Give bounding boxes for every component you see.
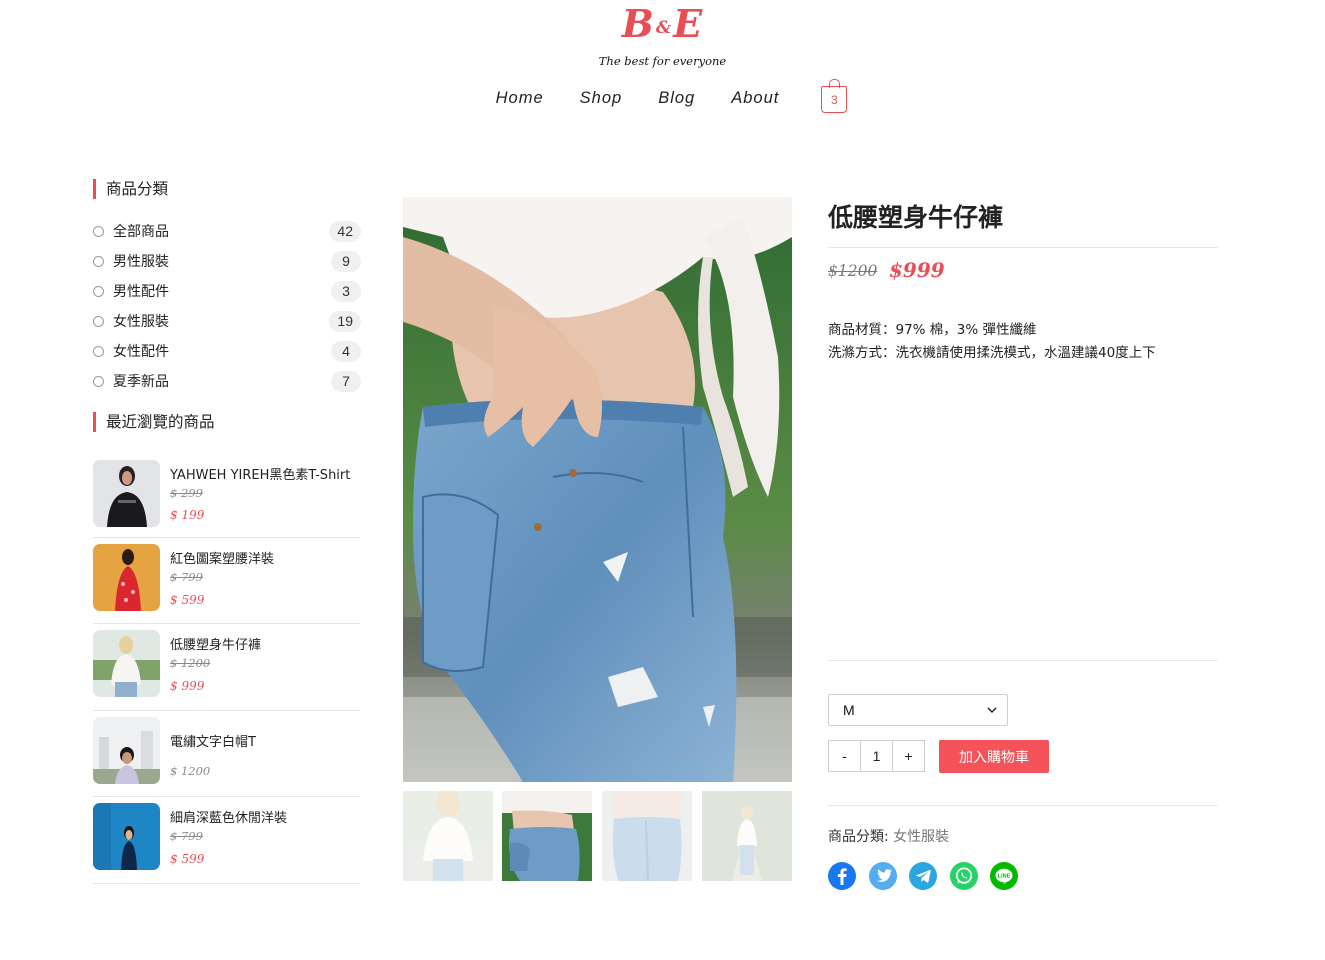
line-icon[interactable]: LINE — [990, 862, 1018, 890]
size-select[interactable]: M — [828, 694, 1008, 726]
recent-item[interactable]: 細肩深藍色休閒洋裝 $ 799 $ 599 — [93, 797, 360, 884]
category-item-all[interactable]: 全部商品 42 — [93, 216, 361, 246]
recent-item-old-price: $ 799 — [170, 570, 203, 584]
product-thumbnail-strip — [403, 791, 792, 881]
chevron-down-icon — [987, 707, 997, 713]
recent-item-old-price: $ 299 — [170, 486, 203, 500]
cart-count: 3 — [831, 92, 838, 107]
radio-icon — [93, 345, 104, 357]
divider — [828, 247, 1218, 248]
recent-item-price: $ 599 — [170, 852, 205, 866]
category-item-summer-new[interactable]: 夏季新品 7 — [93, 366, 361, 396]
category-item-men-accessories[interactable]: 男性配件 3 — [93, 276, 361, 306]
radio-icon — [93, 375, 104, 387]
share-buttons: LINE — [828, 862, 1031, 890]
size-select-value: M — [843, 702, 855, 718]
radio-icon — [93, 255, 104, 267]
category-label: 女性配件 — [113, 344, 169, 360]
twitter-icon[interactable] — [868, 862, 897, 890]
telegram-icon[interactable] — [909, 862, 937, 890]
category-label: 女性服裝 — [113, 314, 169, 330]
category-count: 42 — [329, 220, 361, 242]
recent-item[interactable]: YAHWEH YIREH黑色素T-Shirt $ 299 $ 199 — [93, 454, 360, 538]
recent-heading: 最近瀏覽的商品 — [93, 412, 215, 432]
whatsapp-icon[interactable] — [949, 862, 978, 890]
gallery-thumbnail-4[interactable] — [702, 791, 792, 881]
recent-item[interactable]: 低腰塑身牛仔褲 $ 1200 $ 999 — [93, 624, 360, 711]
gallery-thumbnail-2[interactable] — [502, 791, 592, 881]
nav-about[interactable]: About — [731, 89, 779, 108]
recent-products: YAHWEH YIREH黑色素T-Shirt $ 299 $ 199 紅色圖案塑… — [93, 454, 360, 884]
svg-text:LINE: LINE — [998, 874, 1011, 880]
nav-shop[interactable]: Shop — [580, 89, 623, 108]
product-thumbnail[interactable] — [93, 803, 160, 870]
recent-item-price: $ 999 — [170, 679, 205, 693]
recent-item-name[interactable]: 低腰塑身牛仔褲 — [170, 634, 261, 653]
nav-home[interactable]: Home — [496, 89, 544, 108]
nav-blog[interactable]: Blog — [658, 89, 695, 108]
facebook-icon[interactable] — [828, 862, 856, 890]
category-count: 9 — [331, 250, 361, 272]
product-main-image[interactable] — [403, 197, 792, 782]
add-to-cart-button[interactable]: 加入購物車 — [939, 740, 1049, 773]
gallery-thumbnail-3[interactable] — [602, 791, 692, 881]
site-logo[interactable]: B&E The best for everyone — [0, 2, 1325, 68]
product-thumbnail[interactable] — [93, 630, 160, 697]
product-category-link[interactable]: 女性服裝 — [893, 829, 949, 845]
product-thumbnail[interactable] — [93, 717, 160, 784]
recent-item-name[interactable]: YAHWEH YIREH黑色素T-Shirt — [170, 464, 350, 483]
recent-item[interactable]: 電繡文字白帽T $ 1200 — [93, 711, 360, 797]
product-price: $999 — [889, 258, 945, 282]
category-label: 夏季新品 — [113, 374, 169, 390]
category-label: 全部商品 — [113, 224, 169, 240]
recent-item-price: $ 1200 — [170, 764, 211, 778]
category-list: 全部商品 42 男性服裝 9 男性配件 3 女性服裝 19 女性配件 4 夏季新品 7 — [93, 216, 361, 396]
product-category-label: 商品分類: — [828, 829, 889, 845]
category-label: 男性配件 — [113, 284, 169, 300]
recent-item[interactable]: 紅色圖案塑腰洋裝 $ 799 $ 599 — [93, 538, 360, 624]
quantity-stepper: - 1 + — [828, 740, 925, 772]
recent-item-name[interactable]: 紅色圖案塑腰洋裝 — [170, 548, 274, 567]
categories-heading: 商品分類 — [93, 179, 168, 199]
recent-item-price: $ 199 — [170, 508, 205, 522]
product-thumbnail[interactable] — [93, 460, 160, 527]
category-count: 3 — [331, 280, 361, 302]
category-item-men-clothing[interactable]: 男性服裝 9 — [93, 246, 361, 276]
recent-item-price: $ 599 — [170, 593, 205, 607]
recent-item-name[interactable]: 電繡文字白帽T — [170, 731, 256, 750]
recent-item-old-price: $ 1200 — [170, 656, 211, 670]
category-count: 4 — [331, 340, 361, 362]
radio-icon — [93, 285, 104, 297]
radio-icon — [93, 225, 104, 237]
divider — [828, 805, 1218, 806]
category-count: 7 — [331, 370, 361, 392]
main-nav: Home Shop Blog About 3 — [0, 79, 1325, 113]
category-count: 19 — [329, 310, 361, 332]
radio-icon — [93, 315, 104, 327]
product-old-price: $1200 — [828, 262, 878, 280]
recent-item-old-price: $ 799 — [170, 829, 203, 843]
category-item-women-clothing[interactable]: 女性服裝 19 — [93, 306, 361, 336]
gallery-thumbnail-1[interactable] — [403, 791, 493, 881]
qty-plus-button[interactable]: + — [892, 740, 925, 772]
category-item-women-accessories[interactable]: 女性配件 4 — [93, 336, 361, 366]
logo-mark: B&E — [621, 1, 704, 46]
recent-item-name[interactable]: 細肩深藍色休閒洋裝 — [170, 807, 287, 826]
qty-input[interactable]: 1 — [860, 740, 893, 772]
logo-tagline: The best for everyone — [598, 53, 727, 68]
divider — [828, 660, 1218, 661]
product-desc-material: 商品材質：97% 棉，3% 彈性纖維 — [828, 322, 1037, 338]
category-label: 男性服裝 — [113, 254, 169, 270]
product-desc-washing: 洗滌方式：洗衣機請使用揉洗模式，水溫建議40度上下 — [828, 345, 1156, 361]
product-thumbnail[interactable] — [93, 544, 160, 611]
product-category: 商品分類: 女性服裝 — [828, 826, 949, 846]
cart-bag-icon[interactable]: 3 — [821, 79, 848, 113]
product-title: 低腰塑身牛仔褲 — [828, 203, 1004, 232]
qty-minus-button[interactable]: - — [828, 740, 861, 772]
